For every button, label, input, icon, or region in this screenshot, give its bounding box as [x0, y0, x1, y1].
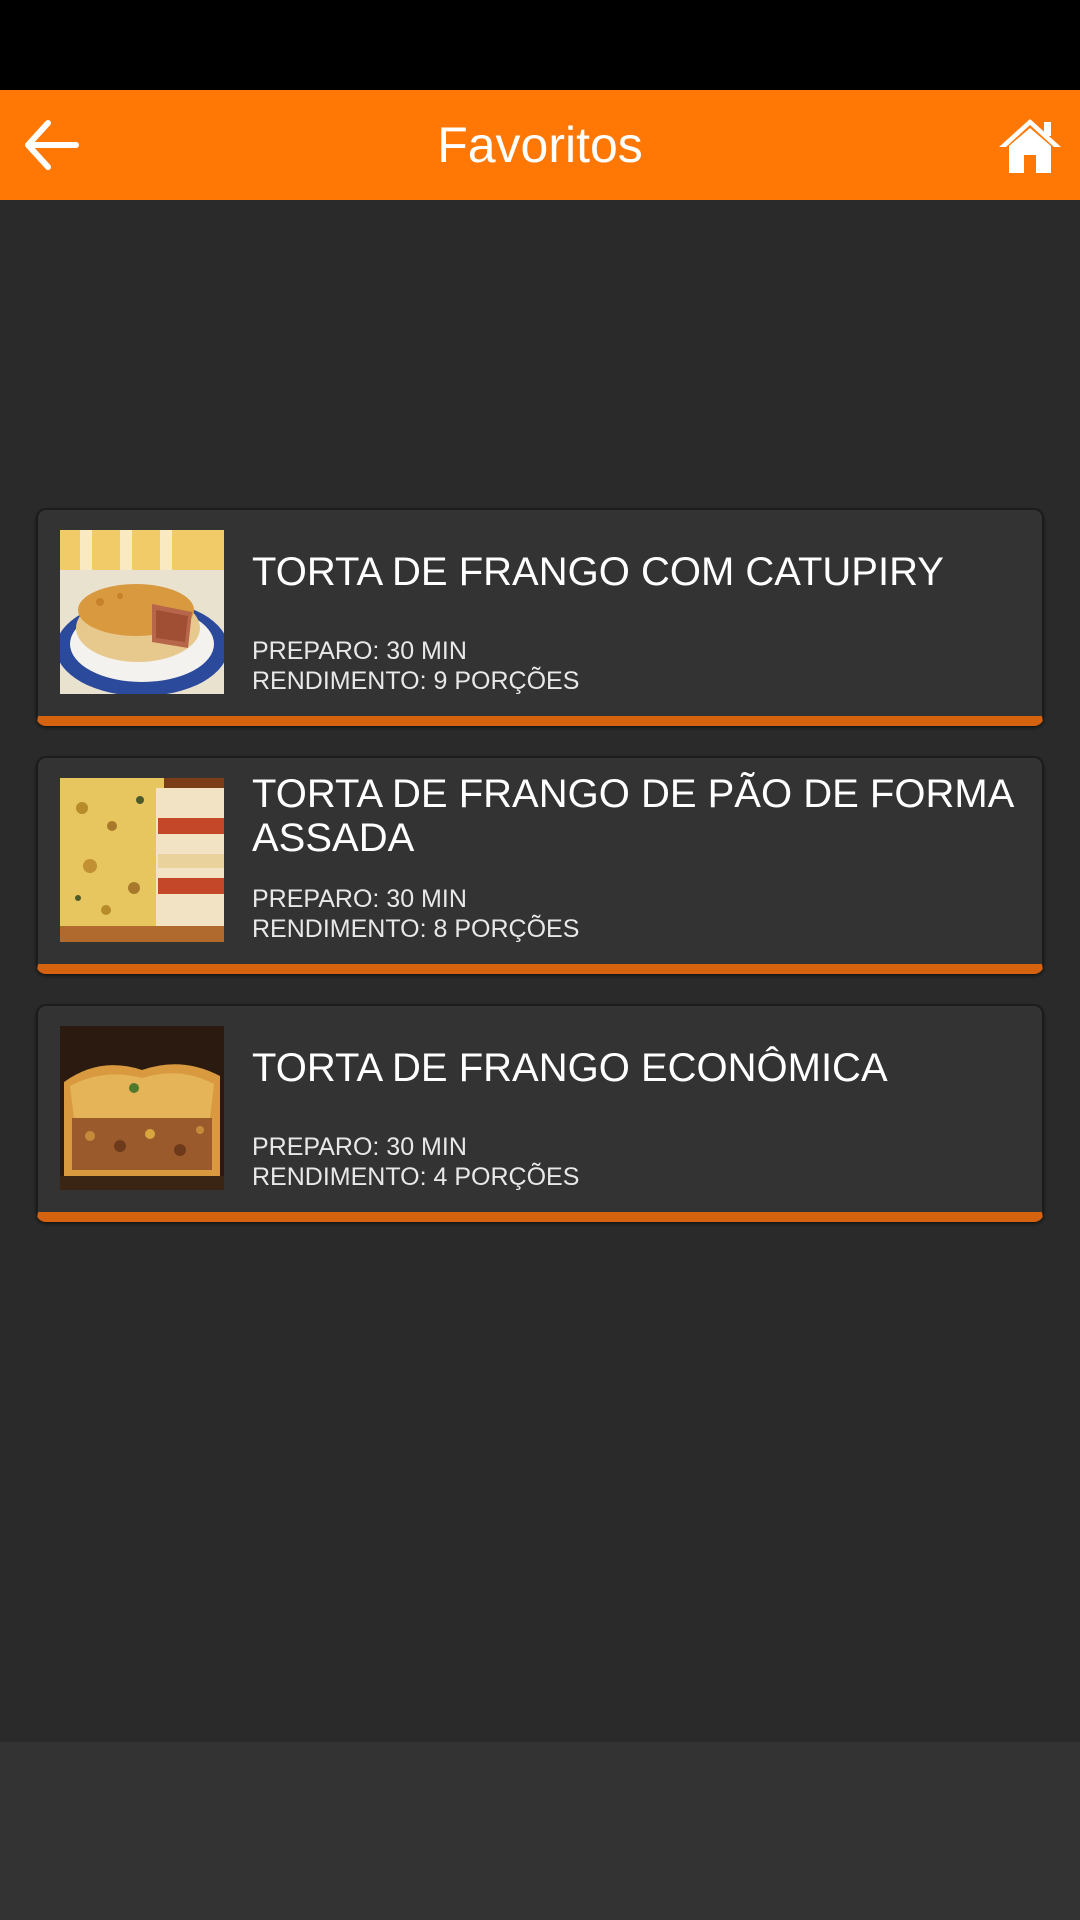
- home-button[interactable]: [994, 110, 1066, 180]
- recipe-card[interactable]: TORTA DE FRANGO DE PÃO DE FORMA ASSADA P…: [36, 756, 1044, 974]
- recipe-prep-time: PREPARO: 30 MIN: [252, 637, 467, 665]
- favorites-list: TORTA DE FRANGO COM CATUPIRY PREPARO: 30…: [36, 508, 1044, 1252]
- recipe-title: TORTA DE FRANGO DE PÃO DE FORMA ASSADA: [252, 772, 1013, 860]
- recipe-meta: PREPARO: 30 MIN RENDIMENTO: 8 PORÇÕES: [252, 884, 579, 944]
- recipe-thumbnail: [60, 1026, 224, 1190]
- app-screen: Favoritos TORTA DE FRANGO COM CATUPIRY P…: [0, 0, 1080, 1920]
- page-title: Favoritos: [437, 117, 643, 173]
- recipe-servings: RENDIMENTO: 9 PORÇÕES: [252, 667, 580, 695]
- recipe-title: TORTA DE FRANGO ECONÔMICA: [252, 1046, 888, 1090]
- recipe-servings: RENDIMENTO: 8 PORÇÕES: [252, 915, 580, 943]
- recipe-card[interactable]: TORTA DE FRANGO ECONÔMICA PREPARO: 30 MI…: [36, 1004, 1044, 1222]
- recipe-thumbnail: [60, 778, 224, 942]
- recipe-thumbnail: [60, 530, 224, 694]
- recipe-meta: PREPARO: 30 MIN RENDIMENTO: 9 PORÇÕES: [252, 636, 579, 696]
- app-bar: Favoritos: [0, 90, 1080, 200]
- status-bar: [0, 0, 1080, 90]
- recipe-card[interactable]: TORTA DE FRANGO COM CATUPIRY PREPARO: 30…: [36, 508, 1044, 726]
- recipe-servings: RENDIMENTO: 4 PORÇÕES: [252, 1163, 580, 1191]
- recipe-meta: PREPARO: 30 MIN RENDIMENTO: 4 PORÇÕES: [252, 1132, 579, 1192]
- home-icon: [999, 119, 1061, 173]
- recipe-prep-time: PREPARO: 30 MIN: [252, 885, 467, 913]
- bottom-banner-area: [0, 1742, 1080, 1920]
- recipe-prep-time: PREPARO: 30 MIN: [252, 1133, 467, 1161]
- recipe-title: TORTA DE FRANGO COM CATUPIRY: [252, 550, 944, 594]
